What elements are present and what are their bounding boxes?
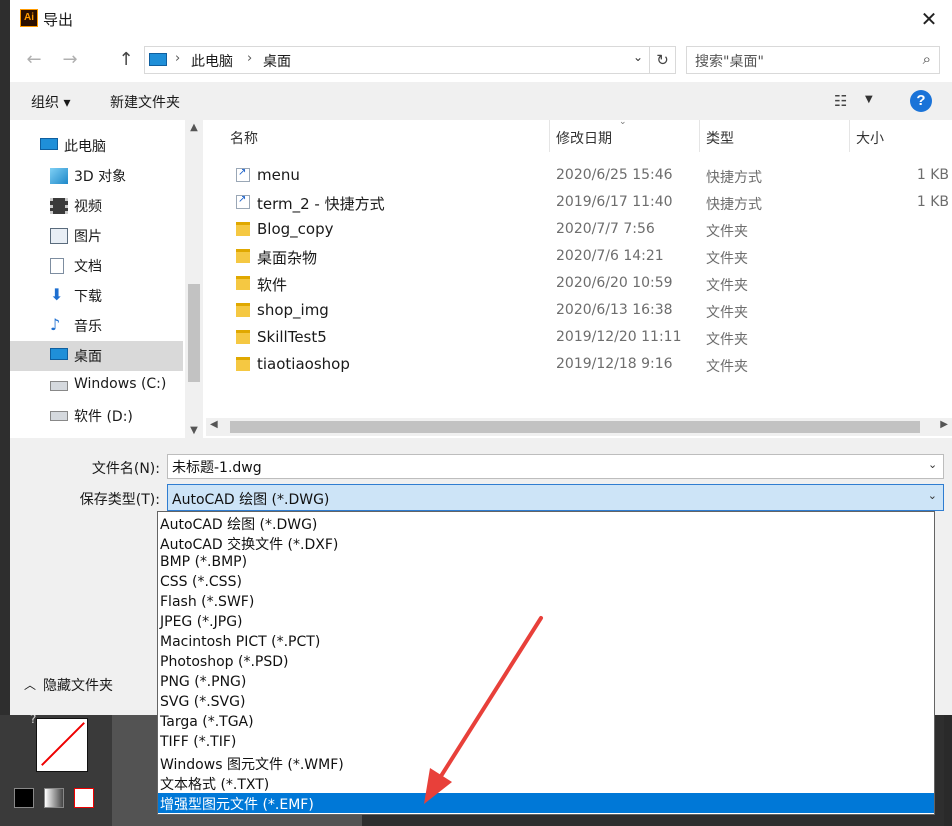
arrow-shaft <box>434 616 543 786</box>
annotation-arrow <box>424 616 543 804</box>
arrow-head <box>424 768 452 804</box>
